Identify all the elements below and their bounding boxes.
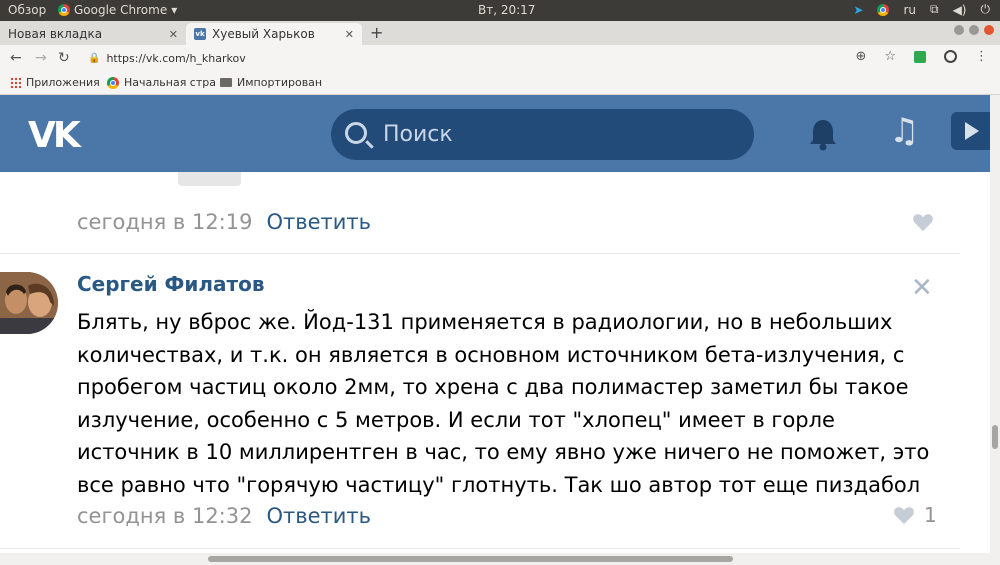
search-box[interactable] [331, 109, 754, 160]
vk-logo[interactable]: VK [28, 115, 81, 156]
comments-area: сегодня в 12:19 Ответить Сергей Филатов ✕… [0, 172, 990, 552]
comment-line: источник в 10 миллирентген в час, то ему… [77, 440, 930, 465]
forward-icon[interactable]: → [35, 50, 47, 66]
play-icon[interactable] [951, 112, 991, 150]
avatar-photo [0, 272, 58, 334]
comment-line: Блять, ну вброс же. Йод-131 применяется … [77, 310, 893, 334]
menu-icon[interactable]: ⋮ [975, 49, 988, 64]
tab-label: Хуевый Харьков [212, 27, 315, 41]
vk-header: VK ♫ [0, 95, 991, 172]
comment-meta: сегодня в 12:19 Ответить [77, 210, 371, 234]
url-field[interactable]: 🔒 https://vk.com/h_kharkov [88, 48, 878, 68]
tab-bar: Новая вкладка ✕ vk Хуевый Харьков ✕ [0, 21, 1000, 45]
comment-line: все равно что "горячую частицу" глотнуть… [77, 472, 921, 497]
address-actions: ⊕ ☆ ⋮ [855, 49, 988, 64]
vk-favicon-icon: vk [194, 28, 206, 40]
network-icon[interactable]: ⧉ [930, 2, 939, 17]
close-icon[interactable]: ✕ [345, 28, 354, 41]
music-icon[interactable]: ♫ [889, 111, 919, 151]
bookmark-home[interactable]: Начальная стра [107, 76, 216, 89]
comment-line: количествах, и т.к. он является в основн… [77, 342, 905, 367]
new-tab-button[interactable]: + [370, 23, 383, 42]
bookmark-apps[interactable]: Приложения [10, 76, 100, 89]
horizontal-scrollbar[interactable] [0, 553, 1000, 565]
comment-meta: сегодня в 12:32 Ответить [77, 504, 371, 528]
bookmark-label: Начальная стра [124, 76, 216, 89]
comment-line: пробегом частиц около 2мм, то хрена с дв… [77, 375, 909, 400]
language-indicator[interactable]: ru [903, 3, 916, 17]
extension-icon[interactable] [914, 50, 926, 63]
comment-text: Блять, ну вброс же. Йод-131 применяется … [77, 306, 947, 502]
star-icon[interactable]: ☆ [884, 49, 896, 64]
bookmark-label: Импортирован [237, 76, 323, 89]
tab-vk[interactable]: vk Хуевый Харьков ✕ [186, 23, 362, 45]
bookmark-label: Приложения [26, 76, 100, 89]
maximize-button[interactable] [969, 25, 979, 35]
comment-line: излучение, особенно с 5 метров. И если т… [77, 407, 835, 432]
scroll-thumb[interactable] [208, 556, 733, 562]
url-text: https://vk.com/h_kharkov [106, 51, 246, 65]
delete-comment-icon[interactable]: ✕ [911, 273, 933, 303]
app-name: Google Chrome [74, 3, 168, 17]
volume-icon[interactable]: ◀) [953, 3, 967, 17]
scroll-thumb[interactable] [992, 425, 998, 449]
tab-new[interactable]: Новая вкладка ✕ [0, 23, 186, 45]
bookmarks-bar: Приложения Начальная стра Импортирован [0, 71, 1000, 95]
close-window-button[interactable] [984, 25, 994, 35]
tab-label: Новая вкладка [8, 27, 103, 41]
chrome-icon [58, 4, 70, 16]
reload-icon[interactable]: ↻ [58, 50, 70, 66]
like-count: 1 [924, 503, 937, 527]
os-top-bar: Обзор Google Chrome ▾ Вт, 20:17 ➤ ru ⧉ ◀… [0, 0, 1000, 21]
like-heart-icon[interactable] [912, 212, 934, 232]
comment-time[interactable]: сегодня в 12:19 [77, 210, 252, 234]
window-controls [954, 25, 994, 35]
folder-icon [220, 78, 232, 87]
app-menu[interactable]: Google Chrome ▾ [58, 3, 177, 17]
bookmark-imported[interactable]: Импортирован [220, 76, 322, 89]
profile-icon[interactable] [944, 50, 957, 63]
like-heart-icon [894, 507, 914, 525]
address-bar: ← → ↻ 🔒 https://vk.com/h_kharkov ⊕ ☆ ⋮ [0, 45, 1000, 71]
clock[interactable]: Вт, 20:17 [478, 3, 535, 17]
search-input[interactable] [383, 117, 743, 151]
comment-author[interactable]: Сергей Филатов [77, 272, 265, 296]
chrome-icon [107, 76, 119, 89]
comment-time[interactable]: сегодня в 12:32 [77, 504, 252, 528]
bell-icon[interactable] [808, 117, 838, 151]
overview-button[interactable]: Обзор [8, 3, 46, 17]
divider [0, 253, 960, 254]
minimize-button[interactable] [954, 25, 964, 35]
zoom-icon[interactable]: ⊕ [855, 49, 866, 64]
chevron-down-icon: ▾ [171, 3, 178, 17]
chrome-tray-icon[interactable] [877, 3, 890, 16]
apps-grid-icon [10, 77, 21, 88]
divider [0, 548, 960, 549]
vertical-scrollbar[interactable] [990, 95, 1000, 553]
avatar[interactable] [0, 272, 58, 334]
telegram-icon[interactable]: ➤ [853, 3, 863, 17]
attached-image[interactable] [178, 172, 241, 186]
system-tray: ➤ ru ⧉ ◀) ⏻ [853, 2, 990, 17]
back-icon[interactable]: ← [10, 50, 22, 66]
like-button[interactable]: 1 [893, 503, 937, 527]
search-icon [345, 122, 367, 144]
lock-icon: 🔒 [88, 52, 101, 64]
close-icon[interactable]: ✕ [169, 28, 178, 41]
reply-button[interactable]: Ответить [266, 210, 371, 234]
power-icon[interactable]: ⏻ [981, 2, 991, 17]
reply-button[interactable]: Ответить [266, 504, 371, 528]
